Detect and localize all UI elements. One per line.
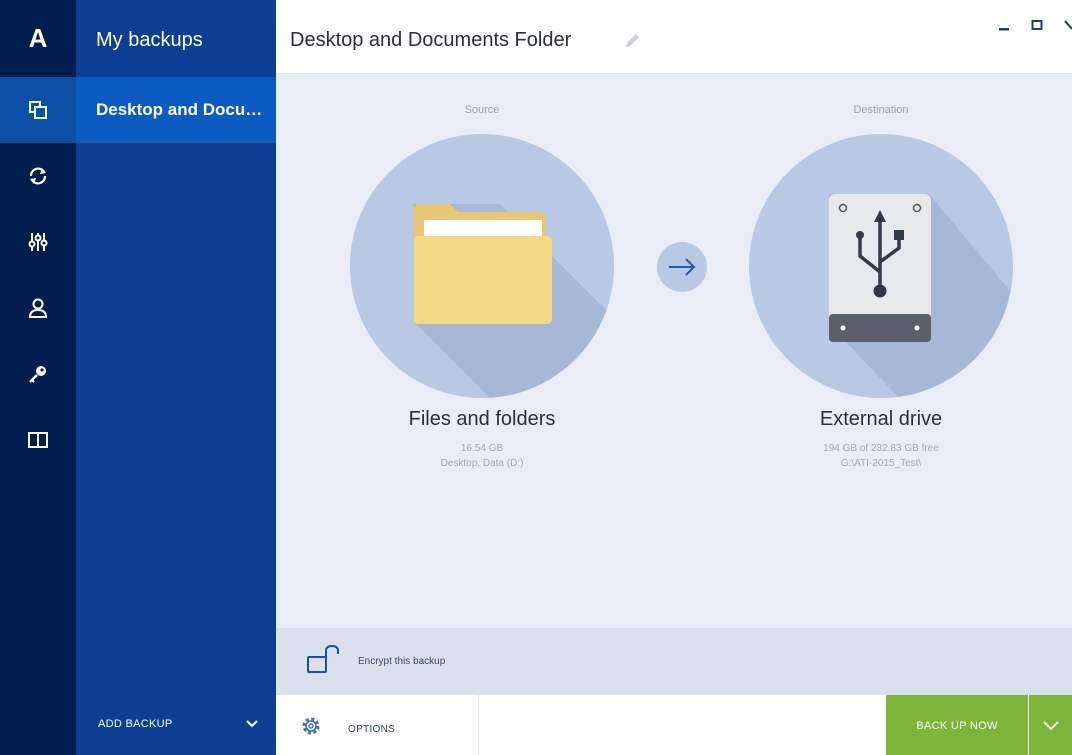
source-size: 16.54 GB — [460, 443, 504, 454]
external-drive-icon — [829, 194, 1013, 398]
backup-list-item[interactable]: Desktop and Documents Folder — [76, 77, 276, 143]
toolbar-divider — [478, 695, 479, 755]
rail-item-backup[interactable] — [0, 77, 76, 143]
source-selector[interactable] — [350, 134, 614, 398]
page-title: Desktop and Documents Folder — [290, 29, 572, 51]
backup-item-label: Desktop and Documents Folder — [96, 100, 272, 119]
rail-item-account[interactable] — [0, 275, 76, 341]
arrow-circle — [657, 242, 707, 292]
app-logo: A — [28, 22, 48, 53]
add-backup-label: ADD BACKUP — [98, 718, 173, 730]
pencil-icon[interactable] — [622, 31, 642, 51]
destination-path: G:\ATI-2015_Test\ — [840, 458, 922, 469]
destination-selector[interactable] — [749, 134, 1013, 398]
back-up-options-dropdown[interactable] — [1029, 695, 1072, 755]
encrypt-bar[interactable]: Encrypt this backup — [276, 628, 1072, 694]
rail-item-tools[interactable] — [0, 209, 76, 275]
panel-title: My backups — [96, 29, 203, 51]
gear-icon[interactable] — [300, 715, 322, 737]
options-button[interactable]: OPTIONS — [348, 724, 395, 735]
header: Desktop and Documents Folder — [276, 0, 1072, 74]
rail-item-key[interactable] — [0, 341, 76, 407]
key-icon — [29, 366, 46, 383]
source-details: Desktop, Data (D:) — [440, 458, 524, 469]
destination-space: 194 GB of 232.83 GB free — [823, 443, 939, 454]
backup-icon — [29, 101, 47, 119]
sync-icon — [29, 167, 47, 185]
arrow-right-icon — [669, 258, 696, 276]
tools-icon — [28, 233, 48, 251]
maximize-icon[interactable] — [1031, 18, 1043, 32]
backup-list-panel: My backups Desktop and Documents Folder … — [76, 0, 276, 755]
account-icon — [28, 298, 48, 318]
book-icon — [28, 432, 48, 448]
bottom-toolbar: OPTIONS BACK UP NOW — [276, 694, 1072, 755]
destination-title: External drive — [819, 408, 943, 430]
backup-overview: Source Files and folders 16.54 GB Deskto… — [276, 74, 1072, 628]
unlock-icon — [307, 644, 339, 673]
rail-item-book[interactable] — [0, 407, 76, 473]
icon-rail: A — [0, 0, 76, 755]
chevron-down-icon — [246, 720, 258, 728]
add-backup-button[interactable]: ADD BACKUP — [76, 693, 276, 755]
rail-item-sync[interactable] — [0, 143, 76, 209]
folder-icon — [414, 204, 614, 398]
chevron-down-icon — [1042, 720, 1059, 730]
close-icon[interactable] — [1063, 18, 1072, 32]
source-title: Files and folders — [408, 408, 556, 430]
minimize-icon[interactable] — [998, 18, 1010, 32]
destination-heading: Destination — [853, 104, 909, 116]
source-heading: Source — [464, 104, 500, 116]
back-up-now-button[interactable]: BACK UP NOW — [886, 695, 1028, 755]
encrypt-label: Encrypt this backup — [358, 656, 446, 667]
